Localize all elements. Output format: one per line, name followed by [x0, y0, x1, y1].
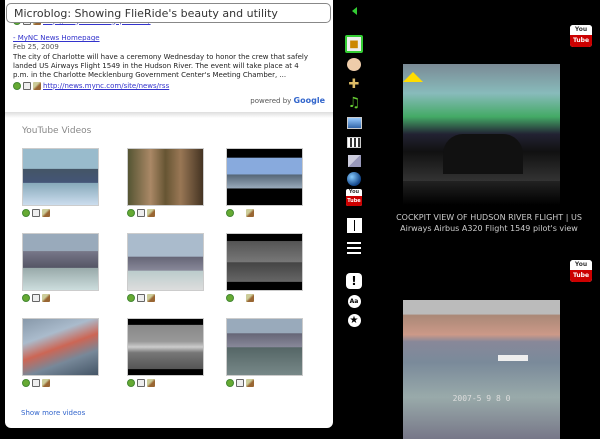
font-size-icon[interactable]: Aa [345, 292, 363, 310]
photos-icon[interactable] [345, 114, 363, 132]
comment-icon[interactable] [32, 208, 40, 217]
favorite-star-icon[interactable]: ★ [345, 311, 363, 329]
share-icon[interactable] [226, 208, 234, 217]
news-icon[interactable] [345, 152, 363, 170]
video-thumbnail[interactable] [22, 148, 99, 206]
video-thumb-1[interactable] [22, 148, 102, 217]
comment-icon[interactable] [23, 82, 31, 90]
move-icon[interactable]: ✚ [345, 75, 363, 93]
video-thumbnail[interactable] [22, 233, 99, 291]
edit-icon[interactable] [147, 208, 155, 217]
comment-icon[interactable] [137, 378, 145, 387]
news-divider [5, 112, 333, 118]
share-icon[interactable] [22, 208, 30, 217]
show-more-videos-link[interactable]: Show more videos [21, 409, 85, 417]
video-thumb-8[interactable] [127, 318, 207, 387]
featured-video-player[interactable] [403, 64, 560, 181]
video-thumb-9[interactable] [226, 318, 306, 387]
edit-icon[interactable] [33, 82, 41, 90]
video-thumbnail[interactable] [127, 318, 204, 376]
comment-icon[interactable] [32, 293, 40, 302]
share-icon[interactable] [226, 378, 234, 387]
edit-icon[interactable] [147, 293, 155, 302]
news-item: http://uroysarks.blogspot.com/ - MyNC Ne… [13, 16, 331, 91]
cockpit-dashboard [443, 134, 523, 174]
video-reflection [403, 181, 560, 205]
collapse-arrow-icon[interactable] [352, 7, 357, 15]
edit-icon[interactable] [42, 208, 50, 217]
powered-prefix: powered by [250, 97, 292, 105]
video-thumb-5[interactable] [127, 233, 207, 302]
comment-icon[interactable] [137, 208, 145, 217]
video-thumb-6[interactable] [226, 233, 306, 302]
news-date: Feb 25, 2009 [13, 43, 59, 51]
video-thumb-2[interactable] [127, 148, 207, 217]
edit-icon[interactable] [42, 378, 50, 387]
youtube-you-text: You [348, 188, 360, 195]
music-icon[interactable]: ♫ [345, 94, 363, 112]
youtube-tube-text: Tube [570, 270, 592, 282]
share-icon[interactable] [226, 293, 234, 302]
youtube-logo-1[interactable]: You Tube [570, 25, 592, 47]
video-thumbnail[interactable] [226, 318, 303, 376]
share-icon[interactable] [127, 293, 135, 302]
news-url-link[interactable]: http://news.mync.com/site/news/rss [43, 82, 169, 91]
page-title: Microblog: Showing FlieRide's beauty and… [6, 3, 331, 23]
video-thumbnail[interactable] [22, 318, 99, 376]
video-thumbnail[interactable] [127, 148, 204, 206]
edit-icon[interactable] [42, 293, 50, 302]
app-root: http://uroysarks.blogspot.com/ - MyNC Ne… [0, 0, 600, 439]
featured-video-caption[interactable]: COCKPIT VIEW OF HUDSON RIVER FLIGHT | US… [384, 212, 594, 234]
youtube-you-text: You [570, 260, 592, 270]
powered-by-google: powered by Google [250, 96, 325, 105]
youtube-tube-text: Tube [570, 35, 592, 47]
news-body: The city of Charlotte will have a ceremo… [13, 53, 308, 79]
video-thumbnail[interactable] [226, 233, 303, 291]
youtube-you-text: You [570, 25, 592, 35]
share-icon[interactable] [22, 378, 30, 387]
widget-icon[interactable]: ■ [345, 35, 363, 53]
video-thumb-3[interactable] [226, 148, 306, 217]
list-view-icon[interactable] [345, 239, 363, 257]
video-timestamp: 2007-5 9 8 0 [452, 394, 511, 403]
comment-icon[interactable] [137, 293, 145, 302]
ferry-boat [498, 355, 528, 361]
video-thumbnail[interactable] [127, 233, 204, 291]
microblog-panel: http://uroysarks.blogspot.com/ - MyNC Ne… [5, 0, 333, 428]
video-thumb-7[interactable] [22, 318, 102, 387]
comment-icon[interactable] [32, 378, 40, 387]
edit-icon[interactable] [246, 378, 254, 387]
video-thumb-4[interactable] [22, 233, 102, 302]
share-icon[interactable] [13, 82, 21, 90]
google-logo: Google [293, 96, 325, 105]
face-icon[interactable] [345, 55, 363, 73]
alert-icon[interactable]: ! [345, 272, 363, 290]
share-icon[interactable] [127, 378, 135, 387]
globe-icon[interactable] [345, 170, 363, 188]
youtube-icon[interactable]: You Tube [345, 188, 363, 206]
edit-icon[interactable] [246, 293, 254, 302]
video-thumbnail[interactable] [226, 148, 303, 206]
share-icon[interactable] [127, 208, 135, 217]
second-video-player[interactable]: 2007-5 9 8 0 [403, 300, 560, 439]
youtube-heading: YouTube Videos [22, 126, 92, 136]
share-icon[interactable] [22, 293, 30, 302]
video-clapper-icon[interactable] [345, 133, 363, 151]
news-actions-bottom: http://news.mync.com/site/news/rss [13, 81, 331, 91]
grid-view-icon[interactable] [345, 216, 363, 234]
youtube-tube-text: Tube [346, 195, 362, 206]
edit-icon[interactable] [246, 208, 254, 217]
edit-icon[interactable] [147, 378, 155, 387]
news-source-link[interactable]: - MyNC News Homepage [13, 34, 331, 43]
youtube-logo-2[interactable]: You Tube [570, 260, 592, 282]
warning-sign-icon [403, 72, 423, 82]
comment-icon[interactable] [236, 378, 244, 387]
